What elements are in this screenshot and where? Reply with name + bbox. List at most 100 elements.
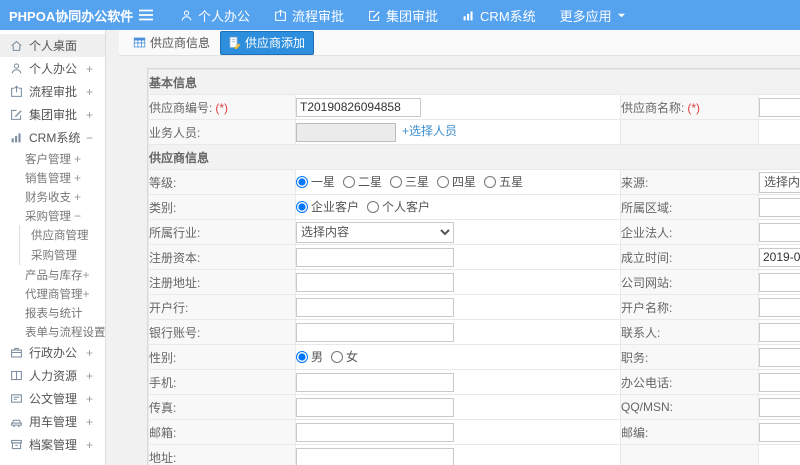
tab-supplier-info-label: 供应商信息 <box>150 36 211 50</box>
supplier-code-required-mark: (*) <box>215 100 229 115</box>
sidebar-item-process-approval-label: 流程审批 <box>29 85 78 99</box>
category-option-1[interactable]: 个人客户 <box>367 198 430 215</box>
expand-toggle-icon[interactable]: − <box>74 209 81 223</box>
sidebar-item-form-flow-settings-label: 表单与流程设置 <box>25 326 106 339</box>
supplier-code-input[interactable] <box>296 97 421 117</box>
founded-date-input[interactable] <box>759 247 800 267</box>
sidebar-item-sales-mgmt[interactable]: 销售管理 + <box>0 168 105 187</box>
sidebar-item-archive-mgmt[interactable]: 档案管理 + <box>0 433 105 456</box>
bank-branch-input[interactable] <box>296 297 454 317</box>
contact-person-input[interactable] <box>759 322 800 342</box>
legal-person-input[interactable] <box>759 222 800 242</box>
office-phone-input[interactable] <box>759 372 800 392</box>
business-staff-select-person-link[interactable]: +选择人员 <box>402 124 457 138</box>
level-radio-0[interactable] <box>296 175 308 188</box>
sidebar-item-purchasing-mgmt[interactable]: 采购管理 <box>19 245 105 265</box>
postal-code-input[interactable] <box>759 422 800 442</box>
region-input[interactable] <box>759 197 800 217</box>
category-radio-1[interactable] <box>367 200 380 213</box>
expand-toggle-icon[interactable]: + <box>86 346 93 360</box>
fax-input[interactable] <box>296 397 454 417</box>
qq-msn-input[interactable] <box>759 397 800 417</box>
nav-personal-office[interactable]: 个人办公 <box>180 6 250 25</box>
expand-toggle-icon[interactable]: + <box>83 268 90 282</box>
expand-toggle-icon[interactable]: + <box>74 152 81 166</box>
job-title-input[interactable] <box>759 347 800 367</box>
registered-address-input[interactable] <box>296 272 454 292</box>
expand-toggle-icon[interactable]: + <box>86 392 93 406</box>
sidebar-item-process-approval[interactable]: 流程审批 + <box>0 80 105 103</box>
sidebar-item-personal-desktop[interactable]: 个人桌面 <box>0 34 105 57</box>
supplier-name-input[interactable] <box>759 97 800 117</box>
expand-toggle-icon[interactable]: + <box>86 108 93 122</box>
gender-label: 性别: <box>149 350 177 365</box>
expand-toggle-icon[interactable]: + <box>86 415 93 429</box>
expand-toggle-icon[interactable]: − <box>86 131 93 145</box>
sidebar-item-supplier-mgmt[interactable]: 供应商管理 <box>19 225 105 245</box>
address-input[interactable] <box>296 447 454 465</box>
supplier-form-table: 基本信息供应商编号:(*)供应商名称:(*)业务人员:+选择人员供应商信息等级:… <box>147 69 800 465</box>
sidebar-item-agent-mgmt[interactable]: 代理商管理 + <box>0 284 105 303</box>
source-label: 来源: <box>621 175 649 190</box>
sidebar-item-purchasing-mgmt-label: 采购管理 <box>31 250 77 262</box>
nav-process-approval[interactable]: 流程审批 <box>274 6 344 25</box>
business-staff-input[interactable] <box>296 122 396 142</box>
sidebar-item-finance-income-expense[interactable]: 财务收支 + <box>0 187 105 206</box>
sidebar-item-product-inventory[interactable]: 产品与库存 + <box>0 265 105 284</box>
expand-toggle-icon[interactable]: + <box>86 438 93 452</box>
gender-radio-1[interactable] <box>331 350 344 363</box>
tab-supplier-info[interactable]: 供应商信息 <box>133 34 210 51</box>
level-option-0[interactable]: 一星 <box>296 173 335 190</box>
expand-toggle-icon[interactable]: + <box>74 190 81 204</box>
sidebar-item-crm-system[interactable]: CRM系统 − <box>0 126 105 149</box>
registered-address-label-cell: 注册地址: <box>148 269 296 295</box>
tab-supplier-add[interactable]: 供应商添加 <box>220 30 315 55</box>
category-radio-0[interactable] <box>296 200 308 213</box>
bank-account-input[interactable] <box>296 322 454 342</box>
expand-toggle-icon[interactable]: + <box>74 171 81 185</box>
industry-select[interactable]: 选择内容 <box>296 221 454 243</box>
gender-option-0[interactable]: 男 <box>296 348 323 365</box>
sidebar-item-form-flow-settings[interactable]: 表单与流程设置+ <box>0 322 105 341</box>
level-radio-3[interactable] <box>437 175 450 188</box>
gender-radio-0[interactable] <box>296 350 308 363</box>
contact-person-value-cell <box>757 319 800 345</box>
mobile-input[interactable] <box>296 372 454 392</box>
sidebar-item-personal-office[interactable]: 个人办公 + <box>0 57 105 80</box>
nav-group-approval[interactable]: 集团审批 <box>368 6 438 25</box>
gender-option-1[interactable]: 女 <box>331 348 358 365</box>
expand-toggle-icon[interactable]: + <box>86 85 93 99</box>
category-option-0[interactable]: 企业客户 <box>296 198 359 215</box>
expand-toggle-icon[interactable]: + <box>86 369 93 383</box>
source-select[interactable]: 选择内容 <box>759 171 800 193</box>
nav-more-apps[interactable]: 更多应用 <box>560 6 626 25</box>
expand-toggle-icon[interactable]: + <box>83 287 90 301</box>
sidebar-item-procurement-mgmt[interactable]: 采购管理 − <box>0 206 105 225</box>
level-option-0-label: 一星 <box>311 175 336 190</box>
email-input[interactable] <box>296 422 454 442</box>
level-option-3[interactable]: 四星 <box>437 173 476 190</box>
sidebar-item-reports-statistics[interactable]: 报表与统计 <box>0 303 105 322</box>
company-website-input[interactable] <box>759 272 800 292</box>
level-option-4[interactable]: 五星 <box>484 173 523 190</box>
office-phone-value-cell <box>757 369 800 395</box>
level-radio-2[interactable] <box>390 175 403 188</box>
registered-capital-input[interactable] <box>296 247 454 267</box>
expand-toggle-icon[interactable]: + <box>86 62 93 76</box>
level-radio-4[interactable] <box>484 175 497 188</box>
sidebar-item-vehicle-mgmt[interactable]: 用车管理 + <box>0 410 105 433</box>
empty-value-cell <box>757 119 800 145</box>
hamburger-menu-icon[interactable] <box>138 8 154 22</box>
sidebar-item-human-resources[interactable]: 人力资源 + <box>0 364 105 387</box>
nav-process-approval-label: 流程审批 <box>292 8 345 24</box>
sidebar-item-customer-mgmt[interactable]: 客户管理 + <box>0 149 105 168</box>
level-radio-1[interactable] <box>343 175 356 188</box>
level-option-1[interactable]: 二星 <box>343 173 382 190</box>
sidebar-item-group-approval-label: 集团审批 <box>29 108 78 122</box>
sidebar-item-admin-office[interactable]: 行政办公 + <box>0 341 105 364</box>
sidebar-item-document-mgmt[interactable]: 公文管理 + <box>0 387 105 410</box>
level-option-2[interactable]: 三星 <box>390 173 429 190</box>
sidebar-item-group-approval[interactable]: 集团审批 + <box>0 103 105 126</box>
nav-crm-system[interactable]: CRM系统 <box>462 6 536 25</box>
account-name-input[interactable] <box>759 297 800 317</box>
